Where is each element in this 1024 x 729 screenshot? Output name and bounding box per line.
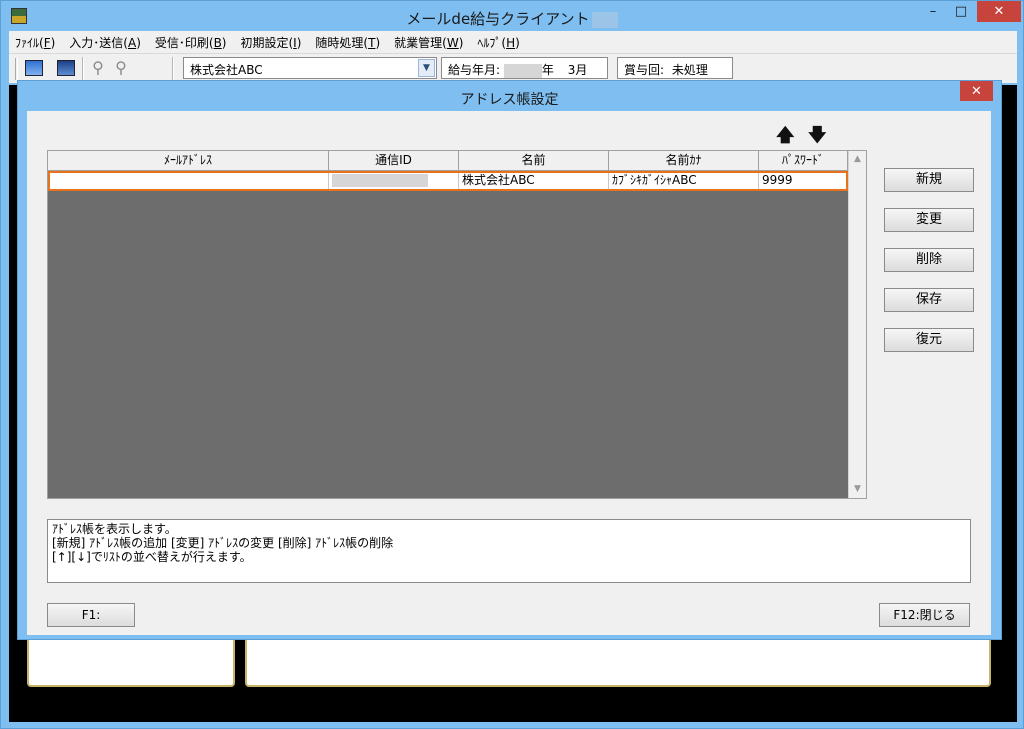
minimize-button[interactable]: –: [919, 1, 947, 22]
maximize-button[interactable]: □: [947, 1, 975, 22]
dialog-close-button[interactable]: ✕: [960, 81, 993, 101]
company-select-value: 株式会社ABC: [190, 63, 263, 77]
menu-bar: ﾌｧｲﾙ(F) 入力･送信(A) 受信･印刷(B) 初期設定(I) 随時処理(T…: [9, 31, 1017, 53]
help-text-box: ｱﾄﾞﾚｽ帳を表示します。 [新規] ｱﾄﾞﾚｽ帳の追加 [変更] ｱﾄﾞﾚｽの…: [47, 519, 971, 583]
pay-period-label: 給与年月:: [448, 63, 501, 77]
column-password[interactable]: ﾊﾟｽﾜｰﾄﾞ: [759, 151, 848, 171]
cell-name[interactable]: 株式会社ABC: [459, 173, 609, 189]
toolbar-grip: [15, 58, 18, 80]
bonus-field: 賞与回: 未処理: [617, 57, 733, 79]
f1-button[interactable]: F1:: [47, 603, 135, 627]
dialog-body: 🡅 🡇 ﾒｰﾙｱﾄﾞﾚｽ 通信ID 名前 名前ｶﾅ ﾊﾟｽﾜｰﾄﾞ 株式会社AB…: [27, 111, 991, 635]
toolbar-separator: [82, 57, 84, 81]
address-book-dialog: アドレス帳設定 ✕ 🡅 🡇 ﾒｰﾙｱﾄﾞﾚｽ 通信ID 名前 名前ｶﾅ ﾊﾟｽﾜ…: [17, 80, 1002, 640]
company-select[interactable]: 株式会社ABC ▼: [183, 57, 437, 79]
column-name-kana[interactable]: 名前ｶﾅ: [609, 151, 759, 171]
help-line: ｱﾄﾞﾚｽ帳を表示します。: [52, 522, 177, 536]
change-button[interactable]: 変更: [884, 208, 974, 232]
table-row[interactable]: 株式会社ABC ｶﾌﾞｼｷｶﾞｲｼｬABC 9999: [48, 171, 848, 191]
restore-button[interactable]: 復元: [884, 328, 974, 352]
delete-button[interactable]: 削除: [884, 248, 974, 272]
move-down-arrow-icon[interactable]: 🡇: [808, 123, 827, 153]
menu-input-send[interactable]: 入力･送信(A): [69, 34, 141, 51]
column-email[interactable]: ﾒｰﾙｱﾄﾞﾚｽ: [48, 151, 329, 171]
monitor-icon[interactable]: [25, 60, 43, 76]
column-comm-id[interactable]: 通信ID: [329, 151, 459, 171]
help-line: [新規] ｱﾄﾞﾚｽ帳の追加 [変更] ｱﾄﾞﾚｽの変更 [削除] ｱﾄﾞﾚｽ帳…: [52, 536, 394, 550]
cell-name-kana[interactable]: ｶﾌﾞｼｷｶﾞｲｼｬABC: [609, 173, 759, 189]
column-name[interactable]: 名前: [459, 151, 609, 171]
menu-ad-hoc-processing[interactable]: 随時処理(T): [315, 34, 380, 51]
close-button[interactable]: ✕: [977, 1, 1021, 22]
save-button[interactable]: 保存: [884, 288, 974, 312]
chevron-down-icon[interactable]: ▼: [418, 59, 435, 77]
menu-receive-print[interactable]: 受信･印刷(B): [155, 34, 227, 51]
app-title-text: メールde給与クライアント: [406, 10, 590, 28]
app-title: メールde給与クライアント: [1, 8, 1023, 29]
scroll-up-icon[interactable]: ▲: [849, 151, 866, 168]
bonus-value: 未処理: [671, 63, 708, 77]
cell-password[interactable]: 9999: [759, 173, 846, 189]
pay-year-suffix: 年: [541, 63, 554, 77]
redacted-version: [591, 11, 618, 28]
cell-comm-id[interactable]: [329, 173, 459, 189]
pay-period-field: 給与年月: 年 3月: [441, 57, 608, 79]
screen-icon[interactable]: [57, 60, 75, 76]
toolbar-separator-2: [172, 57, 174, 81]
address-grid[interactable]: ﾒｰﾙｱﾄﾞﾚｽ 通信ID 名前 名前ｶﾅ ﾊﾟｽﾜｰﾄﾞ 株式会社ABC ｶﾌ…: [47, 150, 867, 499]
title-bar: メールde給与クライアント – □ ✕: [1, 1, 1023, 31]
scroll-down-icon[interactable]: ▼: [849, 481, 866, 498]
grid-header: ﾒｰﾙｱﾄﾞﾚｽ 通信ID 名前 名前ｶﾅ ﾊﾟｽﾜｰﾄﾞ: [48, 151, 848, 171]
redacted-year: [503, 63, 542, 78]
menu-help[interactable]: ﾍﾙﾌﾟ(H): [477, 34, 519, 51]
bonus-label: 賞与回:: [624, 63, 665, 77]
key-icon-2[interactable]: ⚲: [112, 60, 130, 76]
move-up-arrow-icon[interactable]: 🡅: [776, 123, 795, 153]
help-line: [↑][↓]でﾘｽﾄの並べ替えが行えます。: [52, 550, 252, 564]
pay-month: 3月: [567, 63, 588, 77]
dialog-title: アドレス帳設定: [460, 92, 559, 108]
toolbar: ⚲ ⚲ 株式会社ABC ▼ 給与年月: 年 3月 賞与回: 未処理: [9, 53, 1017, 83]
grid-scrollbar[interactable]: ▲ ▼: [848, 151, 866, 498]
new-button[interactable]: 新規: [884, 168, 974, 192]
menu-initial-settings[interactable]: 初期設定(I): [240, 34, 301, 51]
redacted-comm-id: [332, 174, 428, 187]
f12-close-button[interactable]: F12:閉じる: [879, 603, 970, 627]
menu-attendance[interactable]: 就業管理(W): [394, 34, 463, 51]
cell-email[interactable]: [50, 173, 329, 189]
menu-file[interactable]: ﾌｧｲﾙ(F): [15, 34, 55, 51]
key-icon[interactable]: ⚲: [89, 60, 107, 76]
